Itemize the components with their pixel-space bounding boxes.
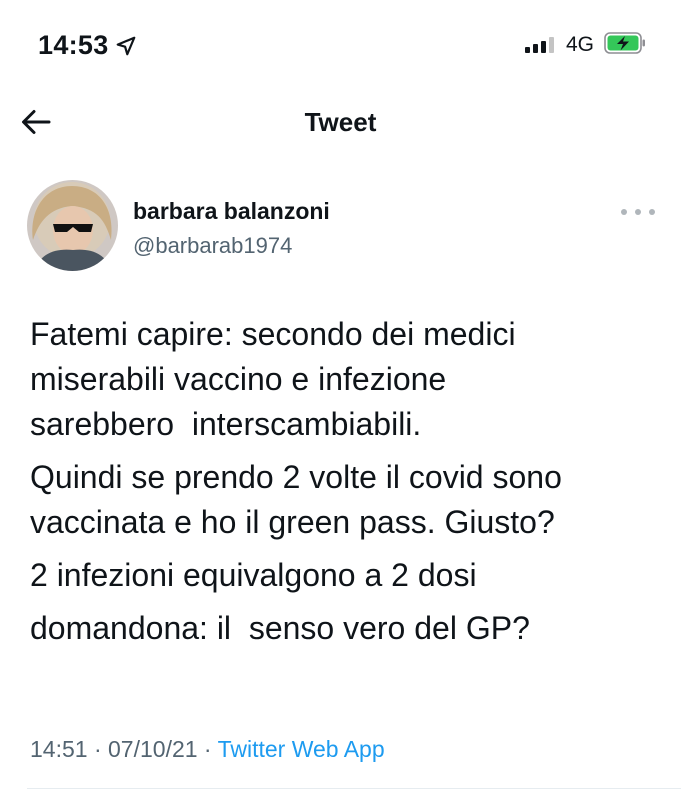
network-type: 4G (566, 33, 595, 56)
tweet-source-link[interactable]: Twitter Web App (218, 736, 385, 762)
tweet-date[interactable]: 07/10/21 (108, 736, 198, 762)
tweet-meta: 14:51 · 07/10/21 · Twitter Web App (30, 736, 385, 763)
avatar-image (27, 180, 118, 271)
location-arrow-icon (116, 36, 135, 55)
author-handle[interactable]: @barbarab1974 (133, 233, 292, 259)
meta-separator: · (87, 736, 109, 762)
page-title: Tweet (304, 107, 377, 137)
author-name[interactable]: barbara balanzoni (133, 198, 330, 225)
tweet-header: Tweet (0, 90, 681, 154)
tweet-paragraph: domandona: il senso vero del GP? (30, 610, 530, 646)
meta-separator: · (197, 736, 218, 762)
divider (27, 788, 681, 789)
tweet-time[interactable]: 14:51 (30, 736, 88, 762)
avatar[interactable] (27, 180, 118, 271)
tweet-text: Fatemi capire: secondo dei medici misera… (30, 312, 660, 651)
status-time: 14:53 (38, 30, 109, 60)
tweet-paragraph: Quindi se prendo 2 volte il covid sono v… (30, 459, 562, 540)
status-bar: 14:53 4G (0, 0, 681, 90)
tweet-author: barbara balanzoni @barbarab1974 (0, 180, 681, 276)
status-time-group: 14:53 (38, 30, 137, 61)
tweet-paragraph: 2 infezioni equivalgono a 2 dosi (30, 557, 477, 593)
tweet-paragraph: Fatemi capire: secondo dei medici misera… (30, 316, 516, 442)
more-horizontal-icon (621, 209, 627, 215)
more-button[interactable] (621, 202, 655, 222)
cell-signal-icon (525, 37, 554, 53)
battery-charging-icon (604, 32, 645, 54)
